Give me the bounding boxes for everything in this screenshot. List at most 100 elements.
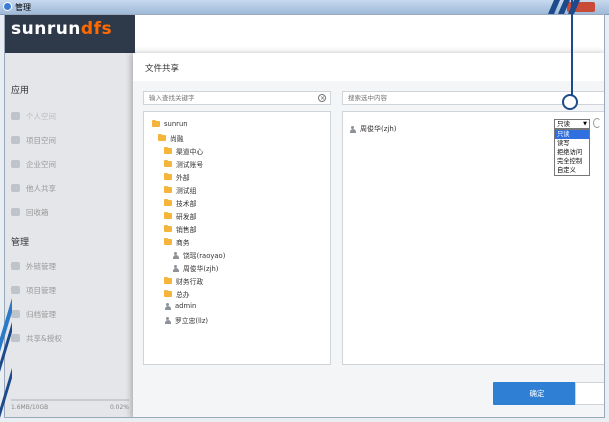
org-tree-panel: sunrun 尚融 渠道中心 测试账号 外部 测试组 技术部 研发部 销售部 商… [143,111,331,365]
left-search-input[interactable] [149,94,299,102]
permission-option-readonly[interactable]: 只读 [555,130,589,139]
sidebar-item-project-manage[interactable]: 项目管理 [11,281,129,299]
tree-node-test-group[interactable]: 测试组 [164,185,196,195]
remove-icon[interactable] [593,118,601,128]
section-manage-title: 管理 [11,238,30,248]
decorative-left-stripes [0,298,12,418]
dialog-header: 文件共享 [133,53,604,82]
tree-node-user-zjh[interactable]: 周俊华(zjh) [172,263,218,273]
folder-icon [152,119,160,127]
tree-node-business[interactable]: 商务 [164,237,190,247]
archive-icon [11,310,20,318]
tree-node-label: 饶瑶(raoyao) [183,252,226,260]
permission-option-full-control[interactable]: 完全控制 [555,157,589,166]
sidebar-item-archive-manage[interactable]: 归档管理 [11,305,129,323]
decorative-stripes [548,0,580,14]
tree-node-user-admin[interactable]: admin [164,302,196,310]
sidebar-item-others-share[interactable]: 他人共享 [11,179,129,197]
link-icon [11,262,20,270]
app-icon [3,2,12,11]
tree-node-label: 外部 [176,174,190,182]
sidebar-item-label: 企业空间 [26,159,56,169]
sidebar: sunrundfs 应用 个人空间 项目空间 企业空间 他人共享 回收箱 管理 … [5,15,135,417]
folder-icon [164,146,172,154]
sidebar-item-link-manage[interactable]: 外链管理 [11,257,129,275]
sidebar-item-label: 项目管理 [26,285,56,295]
logo-accent: dfs [80,19,113,39]
folder-icon [164,159,172,167]
folder-icon [164,211,172,219]
tree-node-general-office[interactable]: 总办 [164,289,190,299]
shared-user-row[interactable]: 周俊华(zjh) [349,124,397,134]
sidebar-item-label: 共享&授权 [26,333,62,343]
tree-node-tech[interactable]: 技术部 [164,198,196,208]
auth-icon [11,334,20,342]
sidebar-item-label: 回收箱 [26,207,49,217]
decorative-line [571,0,573,98]
permission-option-custom[interactable]: 自定义 [555,166,589,175]
tree-node-shangrong[interactable]: 尚融 [158,133,184,143]
sidebar-item-label: 外链管理 [26,261,56,271]
sidebar-item-recycle[interactable]: 回收箱 [11,203,129,221]
permission-option-readwrite[interactable]: 读写 [555,139,589,148]
tree-node-rnd[interactable]: 研发部 [164,211,196,221]
storage-usage: 1.6MB/10GB 0.02% [11,399,129,411]
dialog-body: sunrun 尚融 渠道中心 测试账号 外部 测试组 技术部 研发部 销售部 商… [133,81,604,417]
tree-node-label: 渠道中心 [176,148,204,156]
folder-icon [164,198,172,206]
building-icon [11,160,20,168]
tree-node-user-llz[interactable]: 罗立忠(llz) [164,315,208,325]
confirm-button[interactable]: 确定 [493,382,581,405]
logo-bar: sunrundfs [5,15,135,53]
tree-node-label: 测试组 [176,187,197,195]
left-search-box [143,91,331,105]
tree-node-sunrun[interactable]: sunrun [152,119,188,128]
folder-icon [164,172,172,180]
dialog-title: 文件共享 [145,64,180,74]
person-icon [11,112,20,120]
sidebar-item-personal[interactable]: 个人空间 [11,107,129,125]
file-share-dialog: 文件共享 sunrun 尚融 渠道中心 测试账号 外部 测试组 技术部 研发部 [133,53,604,417]
user-icon [164,316,171,324]
tree-node-finance[interactable]: 财务行政 [164,276,203,286]
sidebar-item-label: 他人共享 [26,183,56,193]
tree-node-label: 测试账号 [176,161,204,169]
user-icon [172,251,179,259]
permission-option-deny[interactable]: 拒绝访问 [555,148,589,157]
clear-icon[interactable] [318,93,326,105]
sidebar-item-label: 归档管理 [26,309,56,319]
tree-node-label: 商务 [176,239,190,247]
user-icon [164,302,171,310]
cancel-button[interactable]: 取 [575,382,604,405]
folder-icon [164,276,172,284]
tree-node-label: 销售部 [176,226,197,234]
storage-percent-text: 0.02% [109,404,129,411]
selected-users-panel: 周俊华(zjh) 只读 ▼ 只读 读写 拒绝访问 完全控制 自定义 [342,111,604,365]
caret-down-icon: ▼ [583,121,587,127]
tree-node-label: 尚融 [170,135,184,143]
storage-used-text: 1.6MB/10GB [11,404,49,411]
tree-node-label: 罗立忠(llz) [175,317,209,325]
sidebar-item-enterprise[interactable]: 企业空间 [11,155,129,173]
sidebar-item-share-auth[interactable]: 共享&授权 [11,329,129,347]
permission-select[interactable]: 只读 ▼ [554,119,590,129]
sidebar-item-label: 个人空间 [26,111,56,121]
storage-usage-bar [11,399,129,401]
tree-node-label: 财务行政 [176,278,204,286]
logo-main: sunrun [11,19,81,39]
folder-icon [164,224,172,232]
tree-node-test-account[interactable]: 测试账号 [164,159,203,169]
folder-icon [158,133,166,141]
permission-selected-value: 只读 [557,120,570,128]
share-icon [11,184,20,192]
tree-node-sales[interactable]: 销售部 [164,224,196,234]
sidebar-item-project[interactable]: 项目空间 [11,131,129,149]
right-search-input[interactable] [348,94,498,102]
tree-node-external[interactable]: 外部 [164,172,190,182]
sidebar-item-label: 项目空间 [26,135,56,145]
shared-user-name: 周俊华(zjh) [360,125,397,133]
logo: sunrundfs [11,19,112,39]
window-titlebar: 管理 [0,0,609,15]
tree-node-channel[interactable]: 渠道中心 [164,146,203,156]
tree-node-user-raoyao[interactable]: 饶瑶(raoyao) [172,250,225,260]
